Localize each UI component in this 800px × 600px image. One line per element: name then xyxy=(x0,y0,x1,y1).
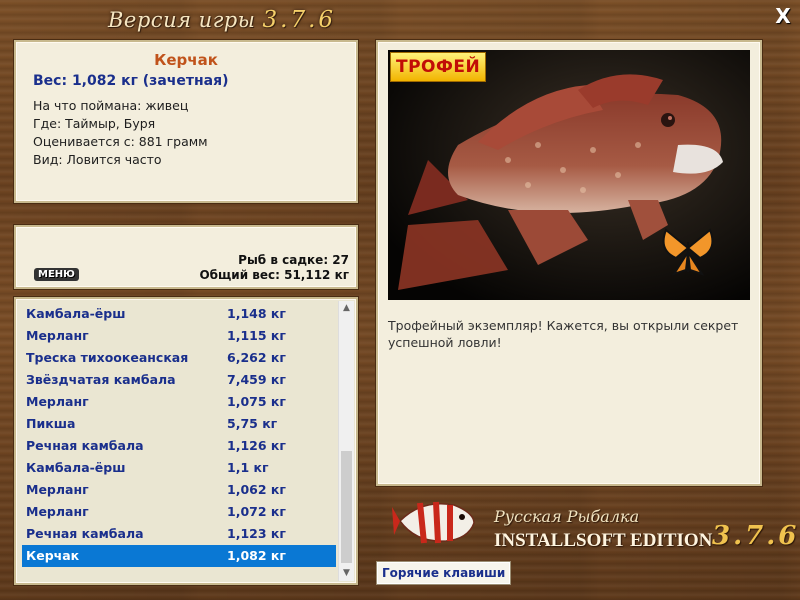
scrollbar-thumb[interactable] xyxy=(341,451,352,563)
fish-weight: 1,072 кг xyxy=(227,504,286,519)
list-item[interactable]: Камбала-ёрш 1,1 кг xyxy=(22,457,336,479)
fish-photo: ТРОФЕЙ xyxy=(388,50,750,300)
catch-location: Где: Таймыр, Буря xyxy=(33,116,156,131)
fish-name: Мерланг xyxy=(26,482,89,497)
catch-frequency: Вид: Ловится часто xyxy=(33,152,162,167)
fish-name: Мерланг xyxy=(26,394,89,409)
keepnet-stats-panel: МЕНЮ Рыб в садке: 27 Общий вес: 51,112 к… xyxy=(14,225,358,289)
list-item[interactable]: Треска тихоокеанская 6,262 кг xyxy=(22,347,336,369)
title-label: Версия игры xyxy=(108,8,256,32)
logo-version: 3.7.6 xyxy=(712,521,800,551)
fish-name: Пикша xyxy=(26,416,76,431)
list-scrollbar[interactable]: ▲ ▼ xyxy=(338,301,354,581)
catch-bait: На что поймана: живец xyxy=(33,98,189,113)
fish-name: Речная камбала xyxy=(26,526,144,541)
close-button[interactable]: X xyxy=(772,5,794,27)
menu-button[interactable]: МЕНЮ xyxy=(34,268,79,281)
fish-count: Рыб в садке: 27 xyxy=(238,253,349,267)
hotkeys-button[interactable]: Горячие клавиши xyxy=(376,561,512,585)
total-weight: Общий вес: 51,112 кг xyxy=(199,268,349,282)
scroll-up-icon[interactable]: ▲ xyxy=(339,301,354,316)
fish-weight: 6,262 кг xyxy=(227,350,286,365)
list-item[interactable]: Мерланг 1,072 кг xyxy=(22,501,336,523)
list-item-selected[interactable]: Керчак 1,082 кг xyxy=(22,545,336,567)
catch-details: На что поймана: живец Где: Таймыр, Буря … xyxy=(33,97,208,169)
list-item[interactable]: Мерланг 1,075 кг xyxy=(22,391,336,413)
fish-weight: 7,459 кг xyxy=(227,372,286,387)
list-item[interactable]: Звёздчатая камбала 7,459 кг xyxy=(22,369,336,391)
list-item[interactable]: Речная камбала 1,126 кг xyxy=(22,435,336,457)
fish-weight: 1,115 кг xyxy=(227,328,286,343)
list-item[interactable]: Пикша 5,75 кг xyxy=(22,413,336,435)
fish-photo-panel: ТРОФЕЙ Трофейный экземпляр! Кажется, вы … xyxy=(376,40,762,486)
scroll-down-icon[interactable]: ▼ xyxy=(339,566,354,581)
fish-name: Камбала-ёрш xyxy=(26,460,126,475)
fish-name: Камбала-ёрш xyxy=(26,306,126,321)
catch-info-panel: Керчак Вес: 1,082 кг (зачетная) На что п… xyxy=(14,40,358,203)
fish-name: Мерланг xyxy=(26,504,89,519)
fish-weight: 1,062 кг xyxy=(227,482,286,497)
trophy-badge: ТРОФЕЙ xyxy=(390,52,487,82)
fish-illustration xyxy=(388,50,750,300)
fish-weight: 1,123 кг xyxy=(227,526,286,541)
catch-min-weight: Оценивается с: 881 грамм xyxy=(33,134,208,149)
logo-edition: INSTALLSOFT EDITION xyxy=(494,530,713,551)
catch-weight: Вес: 1,082 кг (зачетная) xyxy=(33,73,229,89)
list-item[interactable]: Камбала-ёрш 1,148 кг xyxy=(22,303,336,325)
fish-weight: 1,148 кг xyxy=(227,306,286,321)
fish-weight: 1,1 кг xyxy=(227,460,269,475)
list-item[interactable]: Мерланг 1,115 кг xyxy=(22,325,336,347)
fish-weight: 5,75 кг xyxy=(227,416,278,431)
fish-name: Речная камбала xyxy=(26,438,144,453)
list-item[interactable]: Речная камбала 1,123 кг xyxy=(22,523,336,545)
logo-subtitle: Русская Рыбалка xyxy=(494,507,640,526)
fish-name: Мерланг xyxy=(26,328,89,343)
logo-fish-icon xyxy=(392,501,475,544)
fish-weight: 1,126 кг xyxy=(227,438,286,453)
fish-list: Камбала-ёрш 1,148 кг Мерланг 1,115 кг Треска… xyxy=(22,303,336,567)
catch-fish-name: Керчак xyxy=(154,51,218,69)
title-version: 3.7.6 xyxy=(262,7,337,33)
fish-weight: 1,075 кг xyxy=(227,394,286,409)
list-item[interactable]: Мерланг 1,062 кг xyxy=(22,479,336,501)
fish-name: Треска тихоокеанская xyxy=(26,350,189,365)
trophy-message: Трофейный экземпляр! Кажется, вы открыли… xyxy=(388,318,739,350)
window-title: Версия игры 3.7.6 xyxy=(108,7,336,33)
fish-list-panel: Камбала-ёрш 1,148 кг Мерланг 1,115 кг Треска… xyxy=(14,297,358,585)
fish-name: Керчак xyxy=(26,548,80,563)
fish-name: Звёздчатая камбала xyxy=(26,372,176,387)
fish-weight: 1,082 кг xyxy=(227,548,286,563)
